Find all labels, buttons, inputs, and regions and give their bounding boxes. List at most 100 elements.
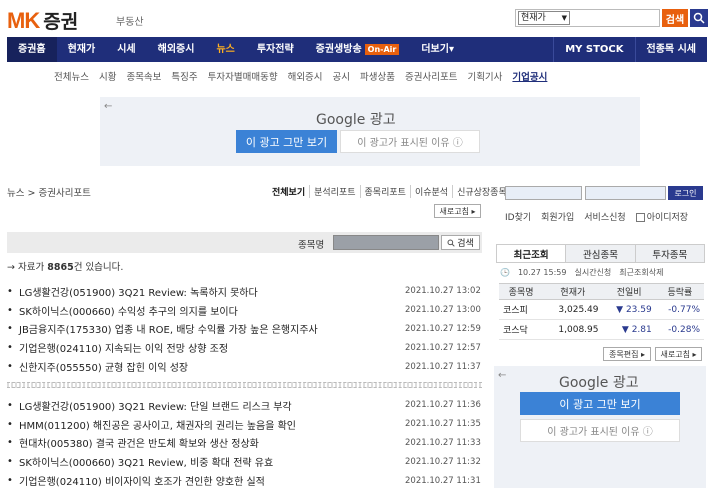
nav-market[interactable]: 시세 — [106, 37, 146, 62]
nav-all-stocks[interactable]: 전종목 시세 — [634, 37, 707, 62]
id-field[interactable] — [505, 186, 582, 200]
refresh-stocks-button[interactable]: 새로고침 ▸ — [655, 347, 702, 361]
back-arrow-icon[interactable]: ← — [104, 101, 112, 112]
nav-my-stock[interactable]: MY STOCK — [553, 37, 634, 62]
google-ad-label: Google 광고 — [316, 112, 396, 128]
subnav-features[interactable]: 기획기사 — [467, 69, 502, 83]
subnav-derivatives[interactable]: 파생상품 — [360, 69, 395, 83]
tab-new-listing[interactable]: 신규상장종목 — [452, 185, 511, 198]
tab-all[interactable]: 전체보기 — [268, 185, 309, 198]
subnav-overseas[interactable]: 해외증시 — [288, 69, 323, 83]
index-price: 1,008.95 — [543, 319, 603, 340]
tab-stock-report[interactable]: 종목리포트 — [359, 185, 410, 198]
subnav-stock-flash[interactable]: 종목속보 — [126, 69, 161, 83]
password-field[interactable] — [585, 186, 666, 200]
market-table: 종목명 현재가 전일비 등락률 코스피 3,025.49 ▼ 23.59 -0.… — [499, 283, 704, 340]
refresh-button[interactable]: 새로고침 ▸ — [434, 204, 481, 218]
tab-invest[interactable]: 투자종목 — [634, 245, 704, 262]
bullet: • — [7, 361, 13, 373]
ad-banner-top: ← Google 광고 이 광고 그만 보기 이 광고가 표시된 이유 ⓘ — [100, 97, 640, 166]
bullet: • — [7, 342, 13, 354]
back-arrow-icon[interactable]: ← — [498, 370, 506, 381]
service-link[interactable]: 서비스신청 — [584, 210, 625, 223]
list-item[interactable]: • 신한지주(055550) 균형 잡힌 이익 성장 2021.10.27 11:3… — [7, 357, 482, 376]
bullet: • — [7, 418, 13, 430]
index-name[interactable]: 코스닥 — [499, 319, 544, 340]
report-title[interactable]: LG생활건강(051900) 3Q21 Review: 단일 브랜드 리스크 부… — [19, 398, 292, 413]
index-name[interactable]: 코스피 — [499, 299, 544, 320]
nav-news[interactable]: 뉴스 — [205, 37, 245, 62]
stock-name-input[interactable] — [333, 235, 439, 250]
chevron-down-icon: ▾ — [448, 44, 454, 55]
table-header: 종목명 현재가 전일비 등락률 — [499, 283, 704, 300]
subnav-investor-trend[interactable]: 투자자별매매동향 — [208, 69, 278, 83]
table-row[interactable]: 코스닥 1,008.95 ▼ 2.81 -0.28% — [499, 319, 704, 340]
login-button[interactable]: 로그인 — [668, 186, 703, 200]
subnav-disclosure[interactable]: 공시 — [333, 69, 350, 83]
nav-securities-home[interactable]: 증권홈 — [7, 37, 57, 62]
count-number: 8865 — [47, 262, 74, 273]
tab-issue[interactable]: 이슈분석 — [409, 185, 452, 198]
subnav-corp-disclosure[interactable]: 기업공시 — [512, 69, 547, 83]
report-title[interactable]: JB금융지주(175330) 업종 내 ROE, 배당 수익률 가장 높은 은행… — [19, 321, 318, 336]
bullet: • — [7, 437, 13, 449]
edit-stocks-button[interactable]: 종목편집 ▸ — [603, 347, 651, 361]
find-id-link[interactable]: ID찾기 — [505, 210, 531, 223]
logo-sec: 증권 — [43, 11, 79, 33]
stock-search-button[interactable]: 검색 — [441, 235, 480, 250]
subnav-all-news[interactable]: 전체뉴스 — [54, 69, 89, 83]
tab-analysis[interactable]: 분석리포트 — [309, 185, 359, 198]
save-id-label: 아이디저장 — [646, 213, 689, 223]
list-item[interactable]: • HMM(011200) 해진공은 공사이고, 채권자의 권리는 높음을 확인 2… — [7, 415, 482, 434]
search-icon-button[interactable] — [690, 9, 708, 27]
list-item[interactable]: • 현대차(005380) 결국 관건은 반도체 확보와 생산 정상화 2021.1… — [7, 434, 482, 453]
report-title[interactable]: 현대차(005380) 결국 관건은 반도체 확보와 생산 정상화 — [19, 435, 259, 450]
sub-nav: 전체뉴스 시황 종목속보 특징주 투자자별매매동향 해외증시 공시 파생상품 증… — [54, 69, 557, 83]
report-title[interactable]: 기업은행(024110) 지속되는 이익 전망 상향 조정 — [19, 340, 228, 355]
list-item[interactable]: • LG생활건강(051900) 3Q21 Review: 녹록하지 못하다 202… — [7, 282, 482, 301]
stock-tabs: 최근조회 관심종목 투자종목 — [496, 244, 705, 263]
report-title[interactable]: SK하이닉스(000660) 수익성 추구의 의지를 보이다 — [19, 303, 238, 318]
stop-ad-button[interactable]: 이 광고 그만 보기 — [520, 392, 680, 415]
col-price: 현재가 — [543, 283, 603, 300]
nav-live[interactable]: 증권생방송 On-Air — [305, 37, 411, 62]
report-title[interactable]: SK하이닉스(000660) 3Q21 Review, 비중 확대 전략 유효 — [19, 454, 273, 469]
search-type-select[interactable]: 현재가 ▼ — [518, 11, 570, 25]
report-title[interactable]: 신한지주(055550) 균형 잡힌 이익 성장 — [19, 359, 188, 374]
mk-logo[interactable]: MK 증권 — [7, 7, 78, 34]
realestate-link[interactable]: 부동산 — [116, 13, 144, 28]
list-item[interactable]: • 기업은행(024110) 지속되는 이익 전망 상향 조정 2021.10.27… — [7, 338, 482, 357]
search-button[interactable]: 검색 — [662, 9, 688, 27]
subnav-featured[interactable]: 특징주 — [171, 69, 197, 83]
subnav-market[interactable]: 시황 — [99, 69, 116, 83]
report-title[interactable]: 기업은행(024110) 비이자이익 호조가 견인한 양호한 실적 — [19, 473, 265, 488]
report-title[interactable]: LG생활건강(051900) 3Q21 Review: 녹록하지 못하다 — [19, 284, 258, 299]
tab-interest[interactable]: 관심종목 — [565, 245, 635, 262]
col-change: 전일비 — [602, 283, 656, 300]
list-item[interactable]: • 기업은행(024110) 비이자이익 호조가 견인한 양호한 실적 2021.1… — [7, 471, 482, 490]
clear-recent-link[interactable]: 최근조회삭제 — [619, 267, 663, 278]
subnav-reports[interactable]: 증권사리포트 — [405, 69, 457, 83]
nav-overseas[interactable]: 해외증시 — [147, 37, 206, 62]
chevron-down-icon: ▼ — [561, 14, 567, 22]
report-date: 2021.10.27 12:59 — [405, 323, 481, 334]
list-item[interactable]: • JB금융지주(175330) 업종 내 ROE, 배당 수익률 가장 높은 은… — [7, 320, 482, 339]
realtime-link[interactable]: 실시간신청 — [574, 267, 611, 278]
why-ad-button[interactable]: 이 광고가 표시된 이유 ⓘ — [340, 130, 480, 153]
nav-strategy[interactable]: 투자전략 — [246, 37, 305, 62]
save-id-checkbox[interactable]: 아이디저장 — [635, 210, 698, 223]
signup-link[interactable]: 회원가입 — [541, 210, 574, 223]
report-title[interactable]: HMM(011200) 해진공은 공사이고, 채권자의 권리는 높음을 확인 — [19, 417, 296, 432]
nav-current-price[interactable]: 현재가 — [57, 37, 107, 62]
tab-recent[interactable]: 최근조회 — [497, 245, 566, 262]
list-divider — [7, 382, 482, 388]
list-item[interactable]: • SK하이닉스(000660) 수익성 추구의 의지를 보이다 2021.10.2… — [7, 301, 482, 320]
table-row[interactable]: 코스피 3,025.49 ▼ 23.59 -0.77% — [499, 299, 704, 320]
why-ad-button[interactable]: 이 광고가 표시된 이유 ⓘ — [520, 419, 680, 442]
count-prefix: → 자료가 — [7, 262, 48, 273]
list-item[interactable]: • LG생활건강(051900) 3Q21 Review: 단일 브랜드 리스크 … — [7, 396, 482, 415]
nav-more[interactable]: 더보기▾ — [410, 37, 465, 62]
list-item[interactable]: • SK하이닉스(000660) 3Q21 Review, 비중 확대 전략 유효… — [7, 452, 482, 471]
bullet: • — [7, 323, 13, 335]
stop-ad-button[interactable]: 이 광고 그만 보기 — [236, 130, 337, 153]
